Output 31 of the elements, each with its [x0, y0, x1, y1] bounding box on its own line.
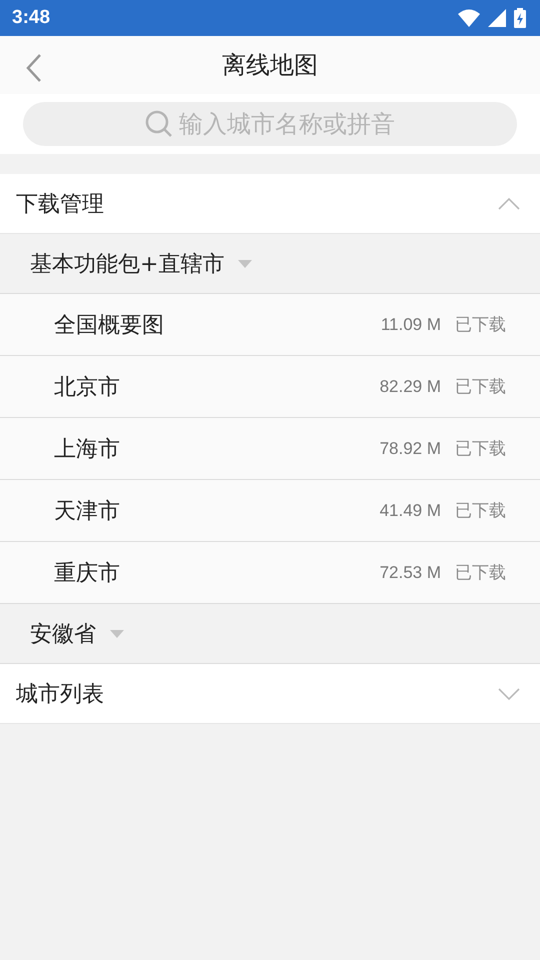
file-size: 41.49 M — [380, 500, 441, 520]
download-status: 已下载 — [455, 376, 506, 398]
battery-icon — [514, 8, 526, 28]
search-icon — [145, 110, 173, 138]
download-status: 已下载 — [455, 500, 506, 522]
section-header[interactable]: 城市列表 — [0, 664, 540, 724]
city-name: 全国概要图 — [54, 312, 165, 340]
city-name: 北京市 — [54, 374, 121, 402]
city-row[interactable]: 北京市 82.29 M 已下载 — [0, 356, 540, 418]
dropdown-triangle-icon — [110, 630, 124, 638]
section-header[interactable]: 下载管理 — [0, 174, 540, 234]
download-status: 已下载 — [455, 562, 506, 584]
search-field[interactable]: 输入城市名称或拼音 — [23, 102, 517, 146]
city-name: 重庆市 — [54, 560, 121, 588]
wifi-icon — [458, 9, 480, 27]
city-row[interactable]: 全国概要图 11.09 M 已下载 — [0, 294, 540, 356]
city-name: 天津市 — [54, 498, 121, 526]
file-size: 11.09 M — [380, 314, 441, 334]
city-name: 上海市 — [54, 436, 121, 464]
file-size: 78.92 M — [380, 438, 441, 458]
status-time: 3:48 — [12, 7, 52, 29]
city-row[interactable]: 天津市 41.49 M 已下载 — [0, 480, 540, 542]
city-row[interactable]: 重庆市 72.53 M 已下载 — [0, 542, 540, 604]
file-size: 72.53 M — [380, 562, 441, 582]
city-row[interactable]: 上海市 78.92 M 已下载 — [0, 418, 540, 480]
page-title: 离线地图 — [222, 50, 318, 81]
file-size: 82.29 M — [380, 376, 441, 396]
signal-icon — [488, 9, 506, 27]
download-status: 已下载 — [455, 438, 506, 460]
download-status: 已下载 — [455, 314, 506, 336]
dropdown-triangle-icon — [238, 260, 252, 268]
